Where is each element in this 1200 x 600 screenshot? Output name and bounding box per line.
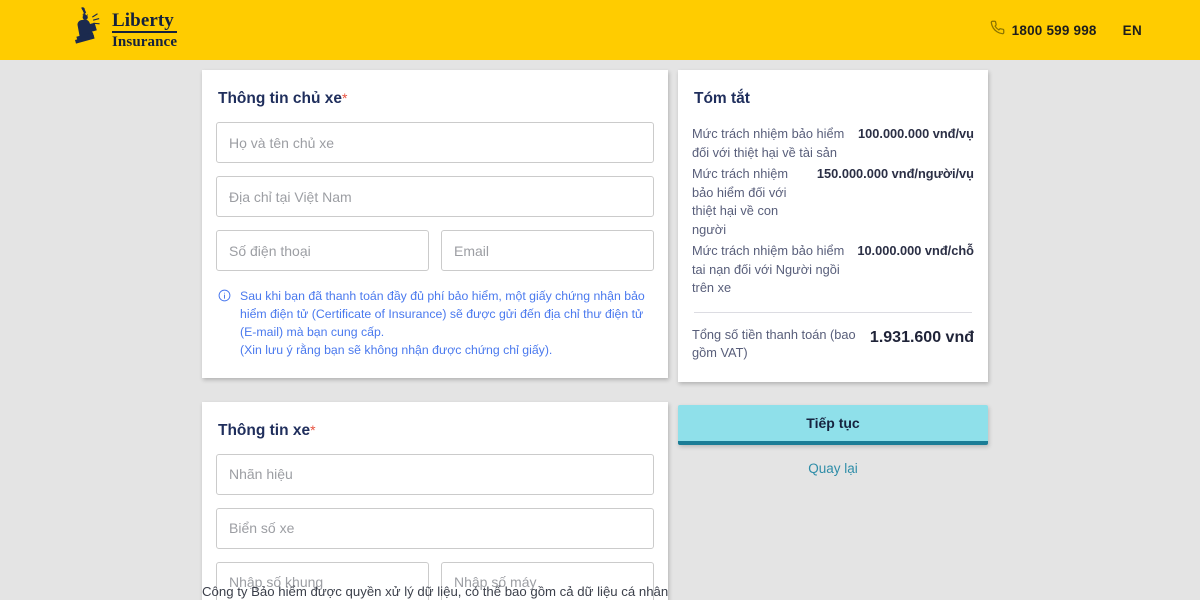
form-column: Thông tin chủ xe* Họ và tên chủ xe Địa c… — [202, 70, 668, 600]
note-line-2: (Xin lưu ý rằng bạn sẽ không nhận được c… — [240, 342, 553, 357]
owner-fields — [216, 122, 654, 271]
owner-info-card: Thông tin chủ xe* Họ và tên chủ xe Địa c… — [202, 70, 668, 378]
summary-title: Tóm tắt — [694, 90, 750, 107]
site-header: Liberty Insurance 1800 599 998 EN — [0, 0, 1200, 60]
vehicle-info-title-text: Thông tin xe — [218, 421, 311, 439]
statue-of-liberty-icon — [72, 6, 106, 54]
summary-row-label: Mức trách nhiệm bảo hiểm tai nạn đối với… — [692, 243, 845, 296]
header-actions: 1800 599 998 EN — [990, 20, 1142, 40]
phone-icon — [990, 20, 1005, 40]
logo-text-liberty: Liberty — [112, 11, 178, 33]
required-asterisk: * — [342, 90, 348, 106]
summary-card: Tóm tắt Mức trách nhiệm bảo hiểm đối với… — [678, 70, 988, 383]
summary-divider — [694, 311, 972, 313]
summary-total-label: Tổng số tiền thanh toán (bao gồm VAT) — [692, 326, 856, 361]
info-circle-icon — [218, 289, 231, 360]
owner-full-name-input[interactable] — [216, 122, 654, 163]
owner-address-input[interactable] — [216, 176, 654, 217]
note-text: Sau khi bạn đã thanh toán đầy đủ phí bảo… — [240, 288, 654, 360]
summary-row-value: 100.000.000 vnđ/vụ — [858, 126, 974, 141]
summary-row-label: Mức trách nhiệm bảo hiểm đối với thiệt h… — [692, 126, 845, 160]
vehicle-fields — [216, 453, 654, 600]
continue-button[interactable]: Tiếp tục — [678, 405, 988, 446]
certificate-delivery-note: Sau khi bạn đã thanh toán đầy đủ phí bảo… — [218, 288, 654, 360]
vehicle-info-card: Thông tin xe* — [202, 401, 668, 600]
liberty-insurance-logo[interactable]: Liberty Insurance — [72, 6, 178, 54]
owner-info-title-text: Thông tin chủ xe — [218, 90, 342, 107]
legal-text: Công ty Bảo hiểm được quyền xử lý dữ liệ… — [202, 584, 669, 599]
logo-text-insurance: Insurance — [112, 33, 178, 50]
vehicle-plate-input[interactable] — [216, 507, 654, 549]
summary-total-row: Tổng số tiền thanh toán (bao gồm VAT) 1.… — [692, 326, 974, 363]
owner-phone-input[interactable] — [216, 230, 429, 271]
summary-total-value: 1.931.600 vnđ — [869, 328, 974, 346]
summary-column: Tóm tắt Mức trách nhiệm bảo hiểm đối với… — [678, 70, 988, 476]
required-asterisk: * — [310, 421, 316, 438]
back-link[interactable]: Quay lại — [678, 461, 988, 476]
owner-email-input[interactable] — [441, 230, 654, 271]
owner-info-title: Thông tin chủ xe* — [218, 90, 654, 108]
summary-row-value: 10.000.000 vnđ/chỗ — [857, 243, 974, 259]
hotline[interactable]: 1800 599 998 — [990, 20, 1097, 40]
summary-row: Mức trách nhiệm bảo hiểm tai nạn đối với… — [692, 242, 974, 298]
hotline-number: 1800 599 998 — [1011, 22, 1097, 38]
vehicle-brand-input[interactable] — [216, 453, 654, 495]
language-switcher[interactable]: EN — [1123, 23, 1142, 38]
summary-row-value: 150.000.000 vnđ/người/vụ — [816, 166, 974, 182]
vehicle-info-title: Thông tin xe* — [218, 422, 654, 440]
summary-row: Mức trách nhiệm bảo hiểm đối với thiệt h… — [692, 125, 974, 162]
owner-contact-row — [216, 230, 654, 271]
page-body: Thông tin chủ xe* Họ và tên chủ xe Địa c… — [0, 60, 1200, 600]
summary-row-label: Mức trách nhiệm bảo hiểm đối với thiệt h… — [692, 166, 789, 237]
note-line-1: Sau khi bạn đã thanh toán đầy đủ phí bảo… — [240, 289, 645, 339]
summary-row: Mức trách nhiệm bảo hiểm đối với thiệt h… — [692, 165, 974, 239]
